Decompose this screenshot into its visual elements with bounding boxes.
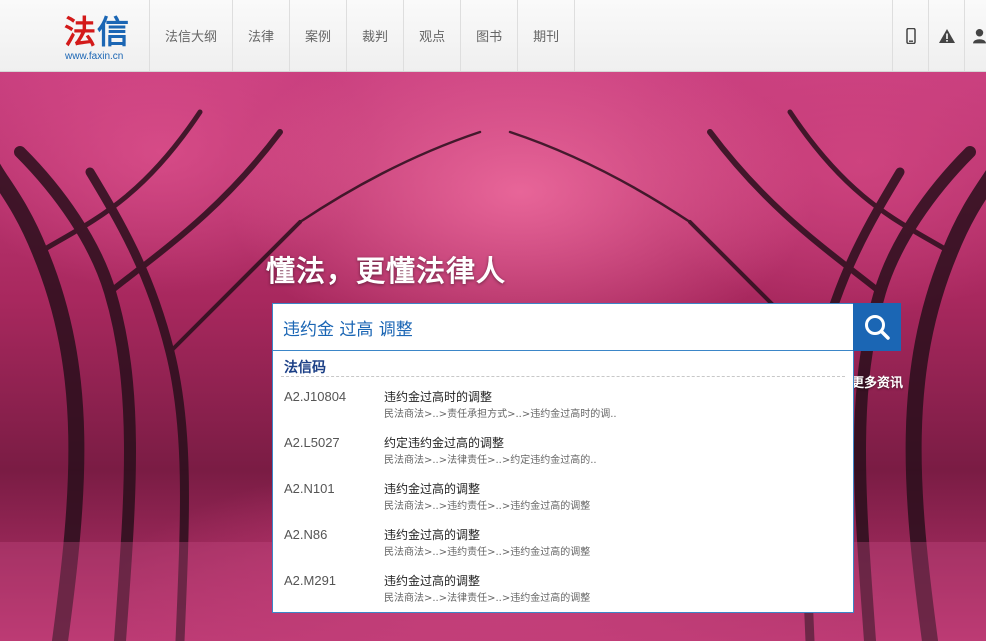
suggestion-item[interactable]: A2.N101 违约金过高的调整 民法商法>..>违约责任>..>违约金过高的调… [273,480,853,526]
hero-slogan: 懂法，更懂法律人 [266,254,507,288]
nav-item-viewpoints[interactable]: 观点 [403,0,460,71]
suggestion-title: 违约金过高的调整 [384,528,481,542]
suggestion-title: 约定违约金过高的调整 [384,436,505,450]
suggestion-code: A2.N101 [284,481,335,496]
nav-item-judgments[interactable]: 裁判 [346,0,403,71]
warning-icon [938,28,955,43]
suggestion-item[interactable]: A2.M291 违约金过高的调整 民法商法>..>法律责任>..>违约金过高的调… [273,572,853,618]
suggestion-path: 民法商法>..>责任承担方式>..>违约金过高时的调.. [384,409,617,420]
warning-button[interactable] [928,0,964,71]
nav-item-journals[interactable]: 期刊 [517,0,576,71]
header-icons [892,0,986,71]
mobile-icon [905,27,916,44]
nav-item-outline[interactable]: 法信大纲 [149,0,232,71]
nav-item-law[interactable]: 法律 [232,0,289,71]
user-icon [973,28,986,43]
suggestion-item[interactable]: A2.L5027 约定违约金过高的调整 民法商法>..>法律责任>..>约定违约… [273,434,853,480]
suggestion-path: 民法商法>..>违约责任>..>违约金过高的调整 [384,547,591,558]
user-button[interactable] [964,0,986,71]
suggestion-title: 违约金过高的调整 [384,482,481,496]
search-box [272,303,854,351]
main-nav: 法信大纲 法律 案例 裁判 观点 图书 期刊 [149,0,576,71]
suggestion-item[interactable]: A2.J10804 违约金过高时的调整 民法商法>..>责任承担方式>..>违约… [273,388,853,434]
search-suggestions-dropdown: 法信码 A2.J10804 违约金过高时的调整 民法商法>..>责任承担方式>.… [272,351,854,613]
mobile-button[interactable] [892,0,928,71]
search-input[interactable] [283,304,843,350]
nav-item-cases[interactable]: 案例 [289,0,346,71]
suggestion-title: 违约金过高的调整 [384,574,481,588]
search-icon [865,315,890,340]
suggestions-header: 法信码 [284,360,326,376]
suggestion-title: 违约金过高时的调整 [384,390,493,404]
logo-wordmark: 法信 [64,13,131,51]
suggestion-code: A2.L5027 [284,435,340,450]
suggestion-code: A2.M291 [284,573,337,588]
logo-url: www.faxin.cn [65,51,124,62]
suggestion-item[interactable]: A2.N86 违约金过高的调整 民法商法>..>违约责任>..>违约金过高的调整 [273,526,853,572]
faxin-logo[interactable]: 法信 www.faxin.cn [64,12,150,62]
search-button[interactable] [853,303,901,351]
suggestion-path: 民法商法>..>法律责任>..>约定违约金过高的.. [384,455,597,466]
suggestion-path: 民法商法>..>法律责任>..>违约金过高的调整 [384,593,591,604]
top-navigation-bar: 法信 www.faxin.cn 法信大纲 法律 案例 裁判 观点 图书 期刊 [0,0,986,72]
suggestion-path: 民法商法>..>违约责任>..>违约金过高的调整 [384,501,591,512]
suggestion-code: A2.N86 [284,527,328,542]
nav-item-books[interactable]: 图书 [460,0,517,71]
suggestion-code: A2.J10804 [284,389,347,404]
suggestions-divider [281,376,845,377]
more-news-link[interactable]: 更多资讯 [851,372,903,391]
